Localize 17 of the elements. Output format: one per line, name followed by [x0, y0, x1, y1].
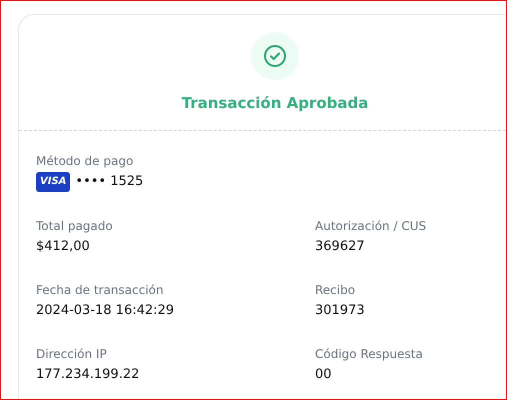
field-value: 00	[315, 366, 333, 384]
field-label: Método de pago	[36, 153, 134, 169]
status-title: Transacción Aprobada	[182, 94, 368, 112]
field-value: 177.234.199.22	[36, 366, 140, 384]
field-value: 301973	[315, 302, 366, 320]
card-number: •••• 1525	[75, 173, 144, 191]
field-value: $412,00	[36, 238, 91, 256]
field-label: Código Respuesta	[315, 346, 424, 362]
card-brand-logo: VISA	[36, 172, 70, 192]
field-value: 369627	[315, 238, 366, 256]
field-label: Fecha de transacción	[36, 282, 164, 298]
field-label: Recibo	[315, 282, 356, 298]
field-value: 2024-03-18 16:42:29	[36, 302, 176, 320]
field-label: Total pagado	[36, 218, 114, 234]
field-label: Autorización / CUS	[315, 218, 428, 234]
field-label: Dirección IP	[36, 346, 108, 362]
check-circle-icon	[251, 32, 299, 80]
